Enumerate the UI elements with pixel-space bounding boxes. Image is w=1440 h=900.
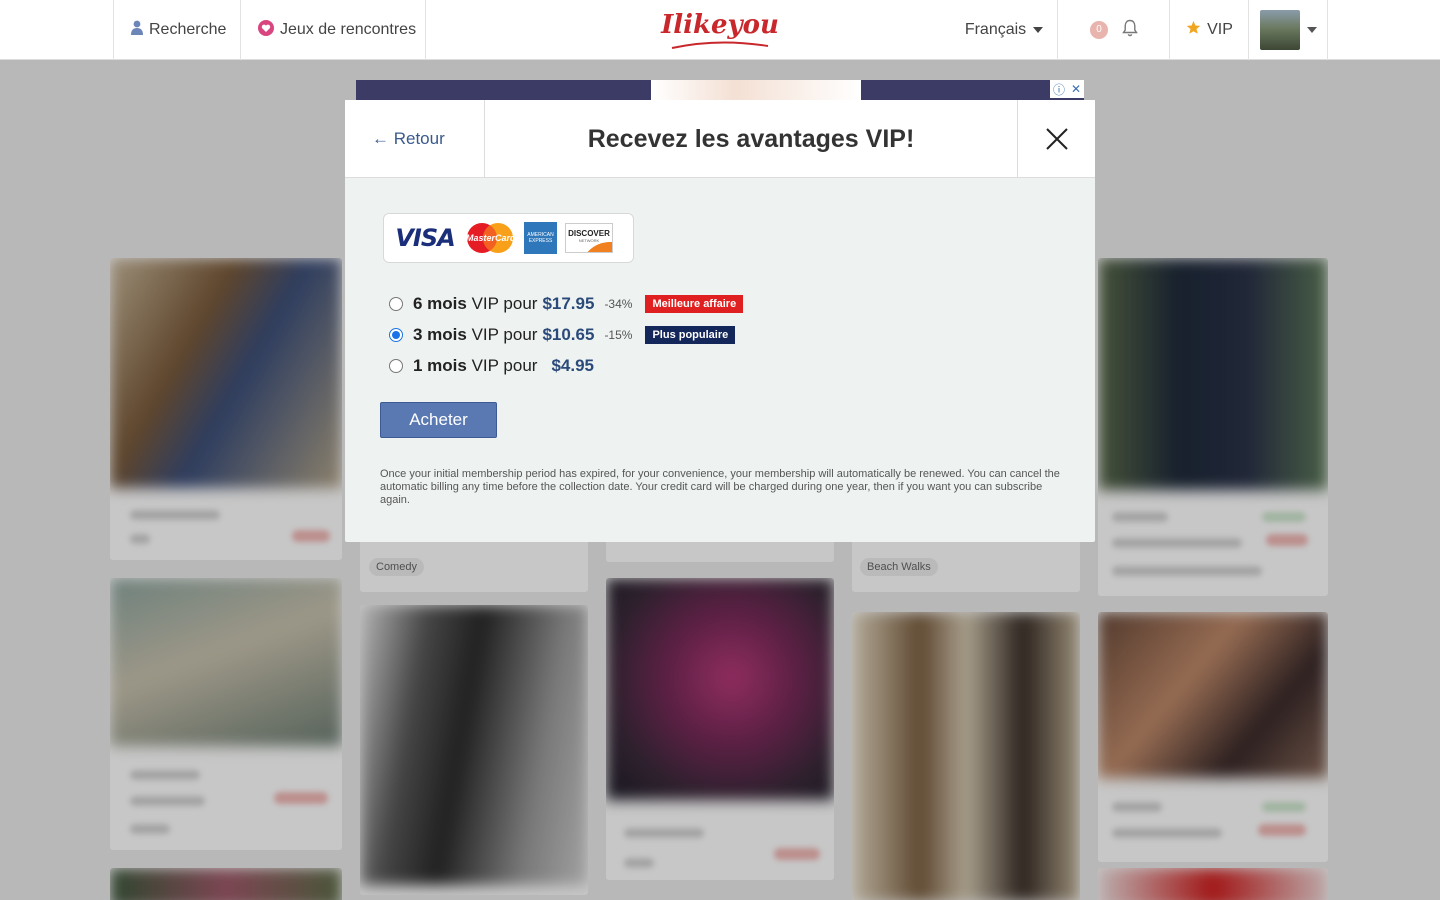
discover-logo: DISCOVER NETWORK (565, 223, 613, 253)
plan-duration: 6 mois (413, 294, 467, 313)
ad-image (651, 80, 861, 100)
account-menu[interactable] (1248, 0, 1328, 60)
close-icon: ✕ (1070, 82, 1081, 96)
nav-dating-games[interactable]: Jeux de rencontres (240, 0, 426, 60)
back-button[interactable]: ← Retour (345, 100, 485, 178)
logo-swoosh (671, 41, 769, 49)
heart-icon (258, 19, 274, 41)
chevron-down-icon (1306, 27, 1317, 33)
plan-price: $4.95 (551, 356, 594, 375)
nav-dating-games-label: Jeux de rencontres (280, 21, 417, 38)
plan-option-1-month[interactable]: 1 mois VIP pour $4.95 (389, 354, 849, 378)
plan-radio-3-months[interactable] (389, 328, 403, 342)
plan-price: $17.95 (542, 294, 595, 313)
nav-vip[interactable]: VIP (1169, 0, 1249, 60)
nav-search-label: Recherche (149, 21, 227, 38)
accepted-cards: VISA MasterCard AMERICAN EXPRESS DISCOVE… (383, 213, 634, 263)
nav-search[interactable]: Recherche (113, 0, 241, 60)
mastercard-logo: MasterCard (464, 222, 516, 254)
modal-header: ← Retour Recevez les avantages VIP! (345, 100, 1095, 178)
back-button-label: ← Retour (372, 129, 445, 148)
vip-upgrade-modal: ← Retour Recevez les avantages VIP! VISA… (345, 100, 1095, 542)
best-deal-badge: Meilleure affaire (645, 295, 744, 313)
top-navigation-bar: Recherche Jeux de rencontres Ilikeyou Fr… (0, 0, 1440, 60)
info-icon: ⓘ (1052, 82, 1065, 97)
modal-close-button[interactable] (1017, 100, 1095, 178)
plan-text: VIP pour (471, 294, 538, 313)
plan-option-6-months[interactable]: 6 mois VIP pour $17.95 -34% Meilleure af… (389, 292, 849, 316)
language-label: Français (964, 21, 1027, 38)
plan-price: $10.65 (542, 325, 595, 344)
language-selector[interactable]: Français (950, 0, 1058, 60)
plan-radio-6-months[interactable] (389, 297, 403, 311)
advertisement-banner[interactable]: ⓘ ✕ (356, 80, 1084, 100)
site-logo[interactable]: Ilikeyou (660, 10, 780, 50)
visa-logo: VISA (395, 224, 455, 252)
notifications-button[interactable]: 0 (1057, 0, 1170, 60)
site-logo-text: Ilikeyou (661, 10, 779, 40)
plan-duration: 3 mois (413, 325, 467, 344)
bell-icon (1122, 19, 1138, 42)
discover-logo-subtext: NETWORK (578, 238, 600, 243)
most-popular-badge: Plus populaire (645, 326, 736, 344)
close-icon (1045, 128, 1068, 150)
plan-text: VIP pour (471, 356, 538, 375)
nav-vip-label: VIP (1207, 21, 1233, 38)
plan-text: VIP pour (471, 325, 538, 344)
mastercard-logo-text: MasterCard (466, 233, 516, 243)
buy-button[interactable]: Acheter (380, 402, 497, 438)
plan-discount: -15% (604, 328, 633, 342)
plan-option-3-months[interactable]: 3 mois VIP pour $10.65 -15% Plus populai… (389, 323, 849, 347)
amex-logo: AMERICAN EXPRESS (524, 222, 557, 254)
plan-discount: -34% (604, 297, 633, 311)
star-icon (1186, 20, 1201, 40)
plan-radio-1-month[interactable] (389, 359, 403, 373)
notification-count-badge: 0 (1090, 21, 1108, 39)
modal-title: Recevez les avantages VIP! (587, 124, 915, 153)
plan-duration: 1 mois (413, 356, 467, 375)
discover-logo-text: DISCOVER (568, 229, 610, 238)
ad-close-button[interactable]: ⓘ ✕ (1050, 80, 1084, 98)
avatar (1259, 10, 1300, 50)
auto-renewal-notice: Once your initial membership period has … (380, 468, 1060, 506)
chevron-down-icon (1033, 27, 1044, 33)
discover-stripe (580, 242, 612, 252)
user-icon (131, 20, 143, 40)
